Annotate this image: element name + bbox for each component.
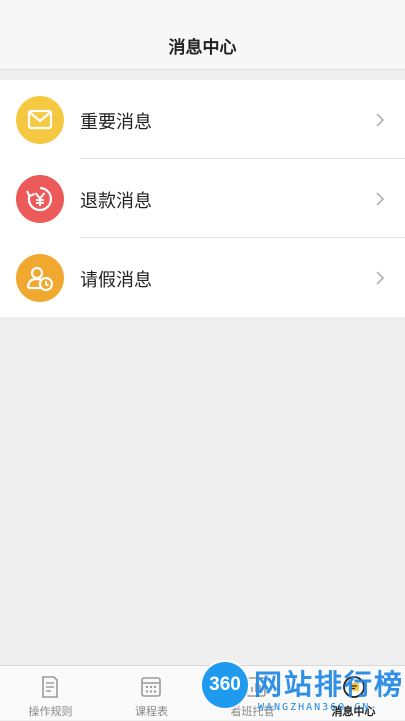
- chevron-right-icon: [376, 271, 385, 285]
- watermark-text: 网站排行榜: [254, 668, 405, 701]
- list-item-label: 请假消息: [80, 270, 152, 291]
- watermark-badge: 360: [202, 662, 248, 708]
- mail-icon: [16, 96, 64, 144]
- chevron-right-icon: [376, 192, 385, 206]
- refund-yen-icon: [16, 175, 64, 223]
- page-title: 消息中心: [168, 38, 237, 58]
- watermark-subtext: WANGZHAN360.CN-: [258, 702, 379, 713]
- message-category-list: 重要消息 退款消息 请假消息: [0, 80, 405, 317]
- tab-schedule[interactable]: 课程表: [101, 666, 202, 721]
- leave-user-clock-icon: [16, 254, 64, 302]
- list-item-leave-messages[interactable]: 请假消息: [0, 238, 405, 317]
- tab-label: 课程表: [135, 705, 168, 718]
- list-item-refund-messages[interactable]: 退款消息: [0, 159, 405, 238]
- top-nav-bar: 消息中心: [0, 0, 405, 70]
- watermark-logo: 360 网站排行榜 WANGZHAN360.CN-: [196, 660, 405, 720]
- list-item-important-messages[interactable]: 重要消息: [0, 80, 405, 159]
- list-item-label: 退款消息: [80, 191, 152, 212]
- calendar-grid-icon: [141, 677, 161, 697]
- list-item-label: 重要消息: [80, 112, 152, 133]
- chevron-right-icon: [376, 113, 385, 127]
- tab-label: 操作规则: [28, 705, 73, 718]
- tab-operation-rules[interactable]: 操作规则: [0, 666, 101, 721]
- document-icon: [42, 676, 58, 698]
